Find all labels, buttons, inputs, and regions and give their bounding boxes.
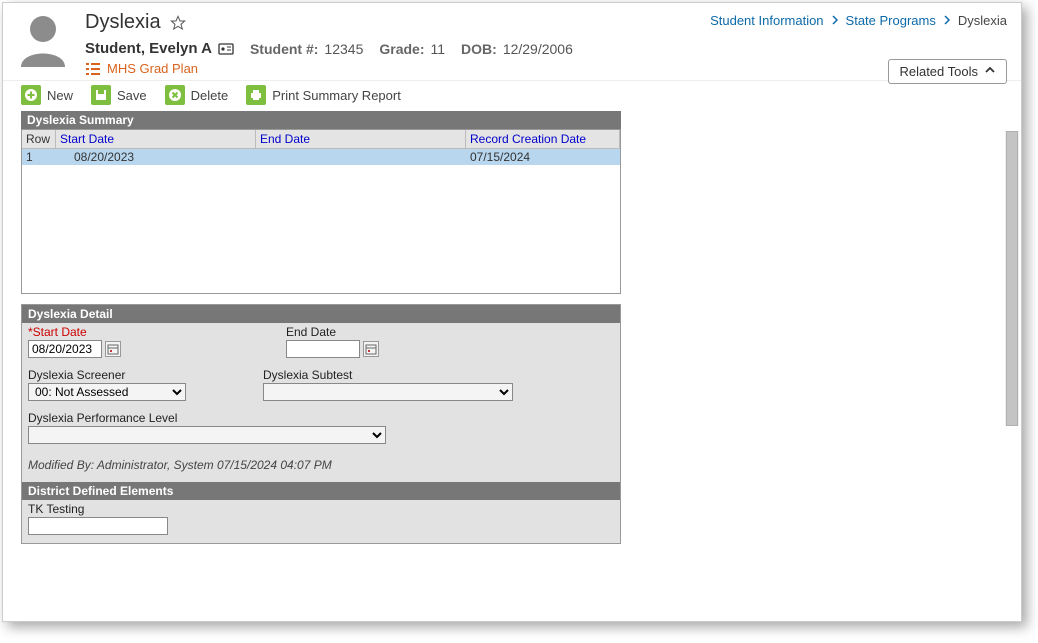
performance-level-select[interactable] (28, 426, 386, 444)
new-label: New (47, 88, 73, 103)
modified-by-text: Modified By: Administrator, System 07/15… (28, 454, 614, 474)
chevron-right-icon (830, 13, 840, 28)
page-title: Dyslexia (85, 11, 161, 34)
delete-label: Delete (191, 88, 229, 103)
grade-label: Grade: (379, 41, 424, 57)
subtest-label: Dyslexia Subtest (263, 368, 513, 382)
start-date-input[interactable] (28, 340, 102, 358)
page-header: Dyslexia Student, Evelyn A Student #: 12… (3, 3, 1021, 80)
cell-start-date: 08/20/2023 (56, 149, 256, 165)
cell-created-date: 07/15/2024 (466, 149, 620, 165)
save-icon (91, 85, 111, 105)
grade-value: 11 (430, 41, 445, 57)
summary-section-header: Dyslexia Summary (21, 111, 621, 129)
summary-table: Row Start Date End Date Record Creation … (21, 129, 621, 294)
avatar (15, 11, 71, 67)
detail-panel: Dyslexia Detail *Start Date End Date (21, 304, 621, 544)
student-number: 12345 (324, 41, 363, 57)
chevron-right-icon (942, 13, 952, 28)
scrollbar-thumb[interactable] (1006, 131, 1018, 426)
screener-select[interactable]: 00: Not Assessed (28, 383, 186, 401)
delete-icon (165, 85, 185, 105)
favorite-star-icon[interactable] (169, 14, 187, 32)
student-number-label: Student #: (250, 41, 318, 57)
dob-label: DOB: (461, 41, 497, 57)
col-header-record-creation-date[interactable]: Record Creation Date (466, 130, 620, 148)
toolbar: New Save Delete Print Summary Report (3, 80, 1021, 111)
summary-table-header: Row Start Date End Date Record Creation … (22, 130, 620, 149)
cell-row: 1 (22, 149, 56, 165)
breadcrumb: Student Information State Programs Dysle… (710, 13, 1007, 28)
related-tools-button[interactable]: Related Tools (888, 59, 1007, 84)
delete-button[interactable]: Delete (165, 85, 229, 105)
id-card-icon[interactable] (218, 41, 234, 57)
breadcrumb-student-information[interactable]: Student Information (710, 13, 823, 28)
col-header-row[interactable]: Row (22, 130, 56, 148)
breadcrumb-current: Dyslexia (958, 13, 1007, 28)
student-name: Student, Evelyn A (85, 40, 212, 57)
print-summary-button[interactable]: Print Summary Report (246, 85, 401, 105)
col-header-end-date[interactable]: End Date (256, 130, 466, 148)
grad-plan-link[interactable]: MHS Grad Plan (107, 61, 198, 76)
breadcrumb-state-programs[interactable]: State Programs (846, 13, 936, 28)
dde-section-header: District Defined Elements (22, 482, 620, 500)
start-date-label: *Start Date (28, 325, 121, 339)
save-label: Save (117, 88, 147, 103)
tk-testing-label: TK Testing (28, 502, 614, 516)
save-button[interactable]: Save (91, 85, 147, 105)
performance-level-label: Dyslexia Performance Level (28, 411, 386, 425)
table-row[interactable]: 1 08/20/2023 07/15/2024 (22, 149, 620, 165)
dob-value: 12/29/2006 (503, 41, 573, 57)
calendar-icon[interactable] (105, 341, 121, 357)
chevron-up-icon (984, 64, 996, 79)
cell-end-date (256, 149, 466, 165)
tk-testing-input[interactable] (28, 517, 168, 535)
print-icon (246, 85, 266, 105)
scrollbar[interactable] (1005, 131, 1019, 426)
student-info-row: Student, Evelyn A Student #: 12345 Grade… (85, 40, 1009, 57)
calendar-icon[interactable] (363, 341, 379, 357)
screener-label: Dyslexia Screener (28, 368, 186, 382)
detail-section-header: Dyslexia Detail (22, 305, 620, 323)
end-date-input[interactable] (286, 340, 360, 358)
col-header-start-date[interactable]: Start Date (56, 130, 256, 148)
subtest-select[interactable] (263, 383, 513, 401)
grad-plan-icon (85, 62, 101, 76)
end-date-label: End Date (286, 325, 379, 339)
plus-icon (21, 85, 41, 105)
new-button[interactable]: New (21, 85, 73, 105)
related-tools-label: Related Tools (899, 64, 978, 79)
print-label: Print Summary Report (272, 88, 401, 103)
